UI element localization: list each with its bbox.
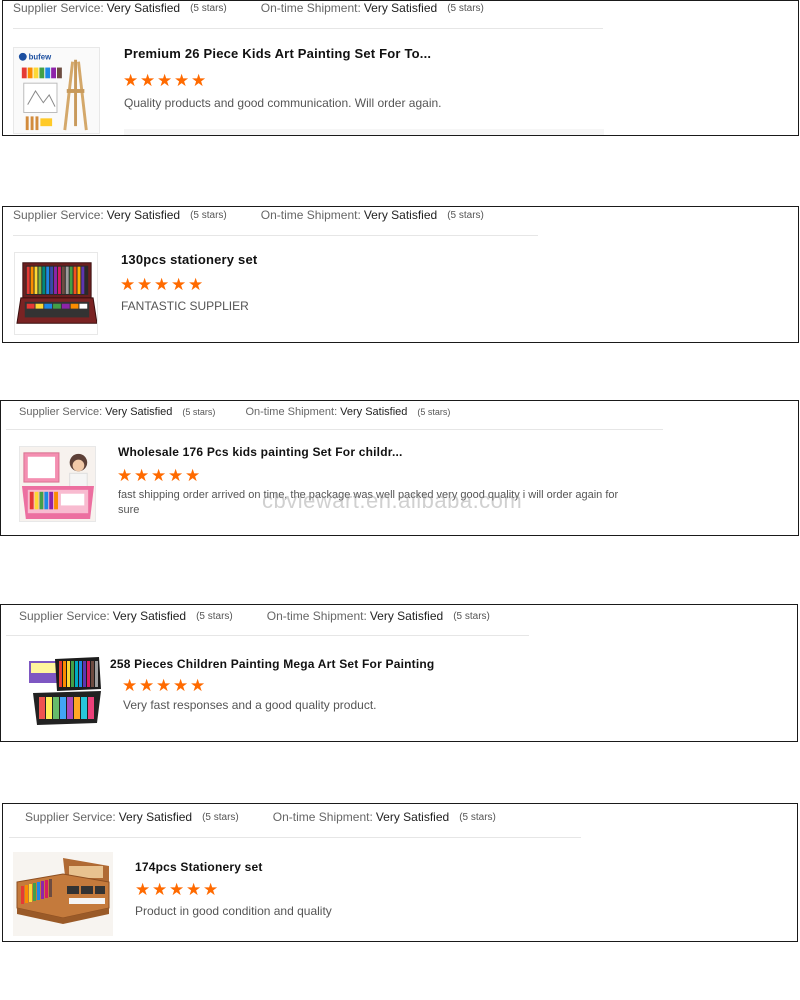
star-icon: ★ bbox=[154, 275, 170, 294]
review-text: Product in good condition and quality bbox=[135, 904, 332, 918]
star-icon: ★ bbox=[188, 275, 204, 294]
ontime-shipment-value: Very Satisfied bbox=[363, 208, 438, 222]
star-icon: ★ bbox=[139, 676, 155, 695]
star-rating: ★ ★ ★ ★ ★ bbox=[122, 677, 205, 694]
star-icon: ★ bbox=[122, 676, 138, 695]
star-icon: ★ bbox=[174, 71, 190, 90]
star-icon: ★ bbox=[185, 466, 201, 485]
supplier-service-label: Supplier Service: bbox=[25, 810, 116, 824]
review-text: Very fast responses and a good quality p… bbox=[123, 698, 377, 712]
review-card-1: Supplier Service: Very Satisfied (5 star… bbox=[2, 0, 799, 136]
star-icon: ★ bbox=[169, 880, 185, 899]
product-title[interactable]: 174pcs Stationery set bbox=[135, 860, 263, 874]
product-thumbnail[interactable] bbox=[13, 852, 113, 936]
ontime-shipment-stars: (5 stars) bbox=[417, 407, 451, 417]
star-icon: ★ bbox=[173, 676, 189, 695]
header-divider bbox=[9, 837, 581, 838]
ontime-shipment-value: Very Satisfied bbox=[375, 810, 450, 824]
star-icon: ★ bbox=[190, 676, 206, 695]
pink-art-case-child-image bbox=[20, 447, 95, 521]
rating-header: Supplier Service: Very Satisfied (5 star… bbox=[13, 207, 484, 226]
rating-header: Supplier Service: Very Satisfied (5 star… bbox=[13, 1, 484, 19]
star-icon: ★ bbox=[135, 880, 151, 899]
supplier-service-stars: (5 stars) bbox=[202, 811, 239, 823]
ontime-shipment-label: On-time Shipment: bbox=[272, 810, 373, 824]
product-thumbnail[interactable]: bufew bbox=[13, 47, 100, 134]
stationery-case-image bbox=[15, 253, 97, 334]
star-icon: ★ bbox=[152, 880, 168, 899]
product-title[interactable]: Premium 26 Piece Kids Art Painting Set F… bbox=[124, 46, 431, 61]
star-icon: ★ bbox=[186, 880, 202, 899]
art-set-easel-image: bufew bbox=[14, 48, 99, 133]
review-card-2: Supplier Service: Very Satisfied (5 star… bbox=[2, 206, 799, 343]
header-divider bbox=[13, 235, 538, 236]
ontime-shipment-value: Very Satisfied bbox=[369, 609, 444, 623]
ontime-shipment-value: Very Satisfied bbox=[363, 1, 438, 15]
review-text: fast shipping order arrived on time, the… bbox=[118, 489, 619, 516]
product-thumbnail[interactable] bbox=[25, 655, 105, 727]
rating-header: Supplier Service: Very Satisfied (5 star… bbox=[25, 806, 496, 828]
star-rating: ★ ★ ★ ★ ★ bbox=[117, 467, 200, 484]
star-icon: ★ bbox=[117, 466, 133, 485]
review-card-4: Supplier Service: Very Satisfied (5 star… bbox=[0, 604, 798, 742]
header-divider bbox=[6, 429, 663, 430]
supplier-service-label: Supplier Service: bbox=[19, 609, 110, 623]
product-title[interactable]: Wholesale 176 Pcs kids painting Set For … bbox=[118, 445, 403, 459]
supplier-service-value: Very Satisfied bbox=[105, 406, 173, 418]
supplier-service-value: Very Satisfied bbox=[118, 810, 193, 824]
supplier-service-stars: (5 stars) bbox=[196, 610, 233, 622]
star-icon: ★ bbox=[123, 71, 139, 90]
brand-logo-text: bufew bbox=[29, 53, 52, 62]
ontime-shipment-stars: (5 stars) bbox=[459, 811, 496, 823]
header-divider bbox=[6, 635, 529, 636]
ontime-shipment-stars: (5 stars) bbox=[453, 610, 490, 622]
review-text: FANTASTIC SUPPLIER bbox=[121, 299, 249, 313]
review-card-3: Supplier Service: Very Satisfied (5 star… bbox=[0, 400, 799, 536]
star-rating: ★ ★ ★ ★ ★ bbox=[135, 881, 218, 898]
supplier-service-label: Supplier Service: bbox=[13, 208, 104, 222]
star-icon: ★ bbox=[168, 466, 184, 485]
star-icon: ★ bbox=[157, 71, 173, 90]
ontime-shipment-value: Very Satisfied bbox=[340, 406, 408, 418]
supplier-service-value: Very Satisfied bbox=[106, 1, 181, 15]
mega-art-set-image bbox=[25, 655, 105, 727]
star-icon: ★ bbox=[140, 71, 156, 90]
star-icon: ★ bbox=[171, 275, 187, 294]
supplier-service-stars: (5 stars) bbox=[190, 2, 227, 14]
product-title[interactable]: 130pcs stationery set bbox=[121, 252, 257, 267]
review-text: Quality products and good communication.… bbox=[124, 96, 442, 110]
star-icon: ★ bbox=[151, 466, 167, 485]
product-thumbnail[interactable] bbox=[14, 252, 98, 335]
supplier-service-stars: (5 stars) bbox=[182, 407, 216, 417]
ontime-shipment-label: On-time Shipment: bbox=[260, 1, 361, 15]
ontime-shipment-label: On-time Shipment: bbox=[266, 609, 367, 623]
star-icon: ★ bbox=[156, 676, 172, 695]
supplier-service-label: Supplier Service: bbox=[19, 406, 103, 418]
supplier-service-label: Supplier Service: bbox=[13, 1, 104, 15]
supplier-service-value: Very Satisfied bbox=[112, 609, 187, 623]
ontime-shipment-stars: (5 stars) bbox=[447, 209, 484, 221]
supplier-service-stars: (5 stars) bbox=[190, 209, 227, 221]
star-icon: ★ bbox=[120, 275, 136, 294]
star-rating: ★ ★ ★ ★ ★ bbox=[120, 276, 203, 293]
header-divider bbox=[13, 28, 603, 29]
star-icon: ★ bbox=[134, 466, 150, 485]
supplier-service-value: Very Satisfied bbox=[106, 208, 181, 222]
star-icon: ★ bbox=[137, 275, 153, 294]
star-rating: ★ ★ ★ ★ ★ bbox=[123, 72, 206, 89]
product-title[interactable]: 258 Pieces Children Painting Mega Art Se… bbox=[110, 657, 434, 671]
wooden-stationery-case-image bbox=[13, 852, 113, 936]
ontime-shipment-label: On-time Shipment: bbox=[260, 208, 361, 222]
rating-header: Supplier Service: Very Satisfied (5 star… bbox=[19, 605, 490, 627]
ontime-shipment-label: On-time Shipment: bbox=[245, 406, 338, 418]
review-card-5: Supplier Service: Very Satisfied (5 star… bbox=[2, 803, 798, 942]
card-footer-fade bbox=[124, 129, 604, 135]
product-thumbnail[interactable] bbox=[19, 446, 96, 522]
rating-header: Supplier Service: Very Satisfied (5 star… bbox=[19, 401, 450, 423]
star-icon: ★ bbox=[191, 71, 207, 90]
ontime-shipment-stars: (5 stars) bbox=[447, 2, 484, 14]
star-icon: ★ bbox=[203, 880, 219, 899]
